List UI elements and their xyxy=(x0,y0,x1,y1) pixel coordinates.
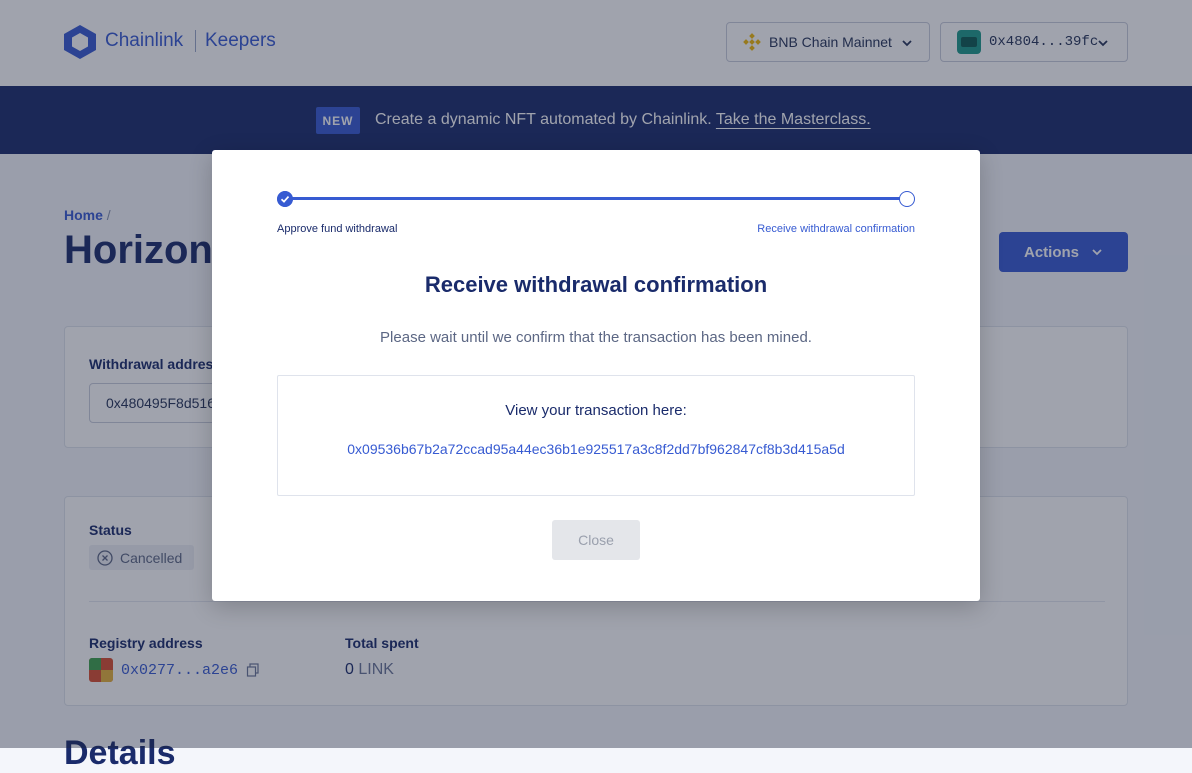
transaction-box: View your transaction here: 0x09536b67b2… xyxy=(277,375,915,496)
step-indicator-current xyxy=(899,191,915,207)
transaction-hash-link[interactable]: 0x09536b67b2a72ccad95a44ec36b1e925517a3c… xyxy=(278,441,914,457)
step-approve-label: Approve fund withdrawal xyxy=(277,223,398,235)
close-button[interactable]: Close xyxy=(552,520,640,560)
check-icon xyxy=(277,191,293,207)
withdrawal-modal: Approve fund withdrawal Receive withdraw… xyxy=(212,150,980,601)
stepper-progress xyxy=(285,197,907,200)
modal-title: Receive withdrawal confirmation xyxy=(424,272,768,297)
transaction-label: View your transaction here: xyxy=(505,402,687,419)
step-receive-label: Receive withdrawal confirmation xyxy=(757,223,915,235)
modal-message: Please wait until we confirm that the tr… xyxy=(380,329,812,346)
